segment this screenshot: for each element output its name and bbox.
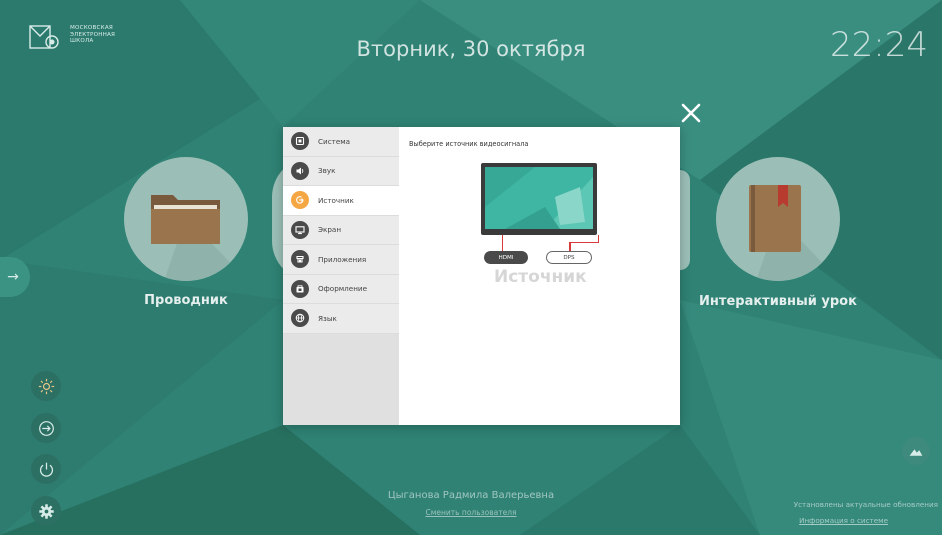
folder-icon [151,195,248,281]
system-info-link[interactable]: Информация о системе [799,516,888,525]
dps-connector-drop [569,243,571,251]
source-hdmi-button[interactable]: HDMI [484,251,528,264]
login-icon [38,420,54,436]
power-icon [39,462,53,477]
power-button[interactable] [31,454,61,484]
appearance-icon [291,279,309,298]
date-label: Вторник, 30 октября [356,37,586,61]
menu-item-source-label: Источник [318,195,354,205]
source-icon [291,191,309,210]
menu-item-apps-label: Приложения [318,254,367,264]
settings-dialog: Система Звук Источник Экран Приложения О… [283,127,680,425]
brightness-icon [38,378,54,394]
screen-icon [291,220,309,239]
book-icon [749,185,840,281]
menu-item-screen-label: Экран [318,225,342,235]
tile-hidden-right[interactable] [680,170,690,270]
source-dps-button[interactable]: DPS [546,251,592,264]
updates-status: Установлены актуальные обновления [793,500,938,509]
clock-label: 22:24 [830,25,928,65]
tv-screen [485,167,593,229]
source-settings-panel: Выберите источник видеосигнала HDMI DPS … [399,127,680,425]
source-panel-title: Выберите источник видеосигнала [409,140,529,148]
menu-item-apps[interactable]: Приложения [283,245,399,275]
apps-icon [291,250,309,269]
menu-item-sound[interactable]: Звук [283,156,399,186]
menu-item-language[interactable]: Язык [283,304,399,334]
menu-item-appearance[interactable]: Оформление [283,274,399,304]
mountain-icon [909,449,923,456]
tile-interactive-lesson-label: Интерактивный урок [699,294,857,309]
gallery-button[interactable] [902,437,930,465]
menu-item-appearance-label: Оформление [318,284,367,294]
menu-item-language-label: Язык [318,313,337,323]
menu-item-screen[interactable]: Экран [283,215,399,245]
system-icon [291,132,309,151]
close-icon [681,103,701,123]
menu-item-sound-label: Звук [318,166,336,176]
tv-illustration [481,163,597,235]
brightness-button[interactable] [31,371,61,401]
hdmi-connector-line [502,235,512,251]
folder-tile-circle[interactable] [124,157,248,281]
settings-menu: Система Звук Источник Экран Приложения О… [283,127,399,425]
language-icon [291,309,309,328]
logo-line-1: МОСКОВСКАЯ [70,25,113,31]
menu-item-source[interactable]: Источник [283,186,399,216]
sound-icon [291,161,309,180]
menu-empty-area [283,333,399,425]
login-button[interactable] [31,413,61,443]
source-caption: Источник [494,267,587,287]
menu-item-system[interactable]: Система [283,127,399,157]
change-user-link[interactable]: Сменить пользователя [425,508,516,517]
dps-connector-line [569,235,599,243]
close-dialog-button[interactable] [680,102,702,124]
tile-explorer-label: Проводник [144,293,228,308]
book-tile-circle[interactable] [716,157,840,281]
menu-item-system-label: Система [318,136,351,146]
